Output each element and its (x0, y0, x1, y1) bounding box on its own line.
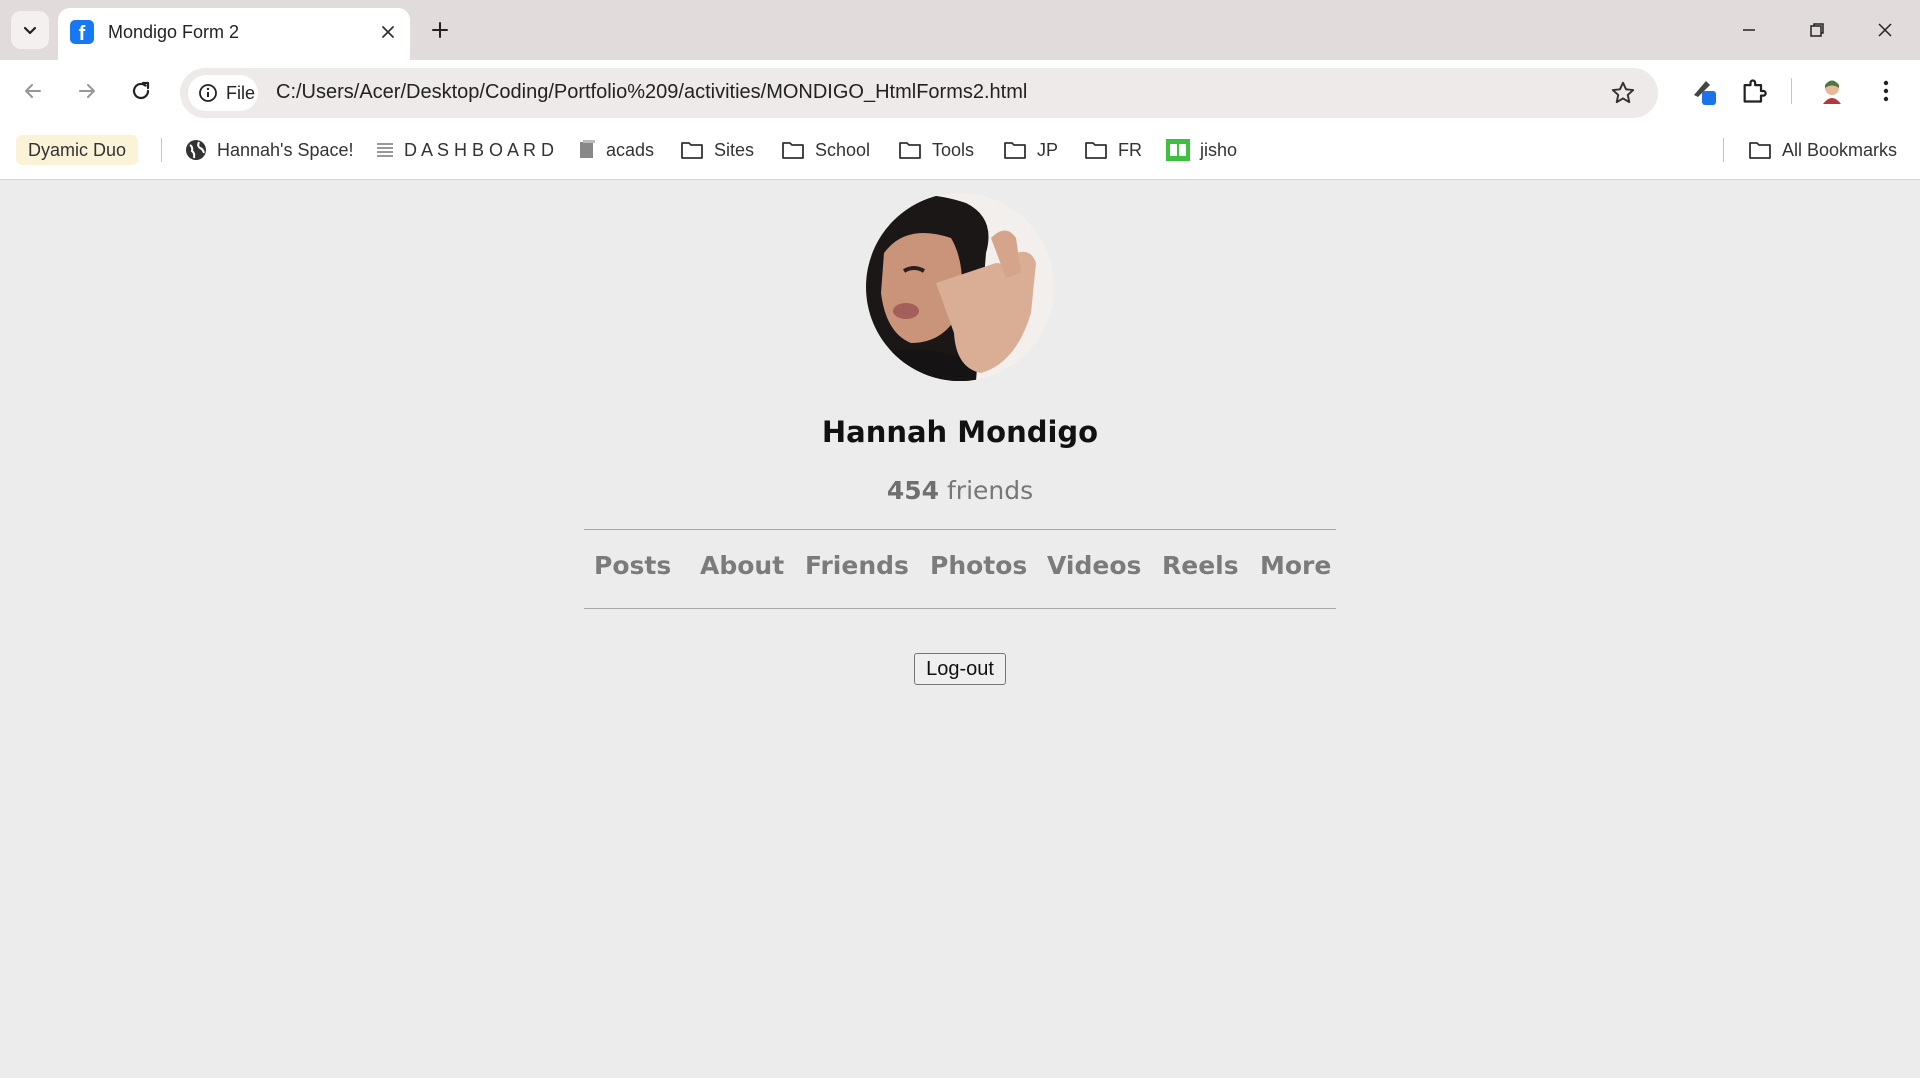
nav-divider-bottom (584, 608, 1336, 609)
nav-link-photos[interactable]: Photos (930, 551, 1027, 580)
bookmarks-bar: Dyamic Duo Hannah's Space! D A S H B O A… (0, 120, 1920, 180)
nav-link-more[interactable]: More (1260, 551, 1331, 580)
browser-menu-button[interactable] (1868, 73, 1904, 109)
profile-photo-image (866, 193, 1054, 381)
all-bookmarks-label: All Bookmarks (1782, 139, 1898, 160)
site-info-chip[interactable]: File (188, 75, 258, 111)
bookmark-label: FR (1118, 139, 1142, 160)
bookmark-dashboard[interactable]: D A S H B O A R D (376, 137, 554, 163)
folder-icon (899, 142, 921, 159)
forward-button[interactable] (70, 74, 104, 108)
logout-button[interactable]: Log-out (914, 653, 1006, 685)
arrow-left-icon (25, 84, 41, 98)
minimize-icon (1743, 29, 1755, 31)
bookmark-divider (1723, 138, 1724, 162)
bookmark-jisho[interactable]: jisho (1166, 137, 1237, 163)
all-bookmarks-button[interactable]: All Bookmarks (1748, 137, 1897, 163)
nav-link-friends[interactable]: Friends (805, 551, 909, 580)
site-info-label: File (226, 82, 256, 103)
tab-search-button[interactable] (11, 11, 49, 49)
more-vertical-icon (1883, 80, 1889, 102)
friends-count: 454 friends (0, 476, 1920, 505)
minimize-button[interactable] (1726, 10, 1772, 50)
pen-extension-icon (1694, 81, 1716, 105)
nav-divider-top (584, 529, 1336, 530)
bookmark-folder-fr[interactable]: FR (1084, 137, 1142, 163)
folder-icon (1085, 142, 1107, 159)
toolbar-divider (1791, 78, 1792, 104)
extension-pen-button[interactable] (1686, 73, 1722, 109)
address-bar[interactable]: File C:/Users/Acer/Desktop/Coding/Portfo… (180, 68, 1658, 118)
chevron-down-icon (23, 26, 37, 35)
jisho-icon (1166, 139, 1190, 161)
bookmark-label: JP (1037, 139, 1059, 160)
tab-strip: f Mondigo Form 2 (0, 0, 1920, 60)
facebook-icon: f (70, 20, 94, 44)
bookmark-label: Dyamic Duo (28, 139, 127, 160)
profile-avatar-icon (1823, 80, 1841, 104)
friends-count-label: friends (946, 476, 1034, 505)
bookmark-acads[interactable]: acads (578, 137, 654, 163)
folder-icon (1749, 142, 1771, 159)
bookmark-label: jisho (1200, 139, 1238, 160)
close-icon (382, 26, 394, 38)
active-tab[interactable]: f Mondigo Form 2 (58, 8, 410, 60)
reload-icon (132, 81, 150, 100)
folder-icon (1004, 142, 1026, 159)
bookmark-folder-sites[interactable]: Sites (680, 137, 754, 163)
bookmark-label: Tools (932, 139, 975, 160)
url-text[interactable]: C:/Users/Acer/Desktop/Coding/Portfolio%2… (276, 81, 1027, 104)
tab-title: Mondigo Form 2 (108, 22, 240, 42)
restore-icon (1810, 23, 1824, 37)
friends-count-number: 454 (886, 476, 940, 505)
info-icon (199, 84, 217, 102)
extensions-button[interactable] (1736, 73, 1772, 109)
reload-button[interactable] (124, 74, 158, 108)
new-tab-button[interactable] (424, 14, 456, 46)
nav-link-posts[interactable]: Posts (594, 551, 671, 580)
profile-nav: Posts About Friends Photos Videos Reels … (584, 551, 1336, 587)
globe-icon (186, 140, 206, 160)
browser-toolbar: File C:/Users/Acer/Desktop/Coding/Portfo… (0, 60, 1920, 120)
bookmark-label: acads (606, 139, 655, 160)
profile-page: Hannah Mondigo 454 friends Posts About F… (0, 181, 1920, 1078)
profile-button[interactable] (1814, 73, 1850, 109)
arrow-right-icon (79, 84, 95, 98)
tab-close-button[interactable] (374, 18, 402, 46)
bookmark-folder-tools[interactable]: Tools (898, 137, 974, 163)
restore-button[interactable] (1794, 10, 1840, 50)
bookmark-hannahs-space[interactable]: Hannah's Space! (185, 137, 354, 163)
folder-icon (782, 142, 804, 159)
bookmark-folder-jp[interactable]: JP (1003, 137, 1058, 163)
puzzle-icon (1743, 79, 1767, 103)
nav-link-about[interactable]: About (700, 551, 784, 580)
close-icon (1878, 23, 1892, 37)
plus-icon (432, 22, 448, 38)
bookmark-label: School (815, 139, 871, 160)
bookmark-dyamic-duo[interactable]: Dyamic Duo (16, 135, 139, 165)
star-icon (1611, 81, 1635, 104)
bookmark-label: Sites (714, 139, 755, 160)
bookmark-folder-school[interactable]: School (781, 137, 870, 163)
list-icon (377, 143, 393, 157)
bookmark-star-button[interactable] (1610, 80, 1636, 111)
nav-link-reels[interactable]: Reels (1162, 551, 1239, 580)
bookmark-label: D A S H B O A R D (404, 139, 555, 160)
book-icon (580, 140, 595, 158)
profile-name: Hannah Mondigo (821, 415, 1099, 449)
bookmark-divider (161, 138, 162, 162)
back-button[interactable] (16, 74, 50, 108)
nav-link-videos[interactable]: Videos (1047, 551, 1141, 580)
close-window-button[interactable] (1862, 10, 1908, 50)
folder-icon (681, 142, 703, 159)
bookmark-label: Hannah's Space! (217, 139, 354, 160)
profile-photo (866, 193, 1054, 381)
